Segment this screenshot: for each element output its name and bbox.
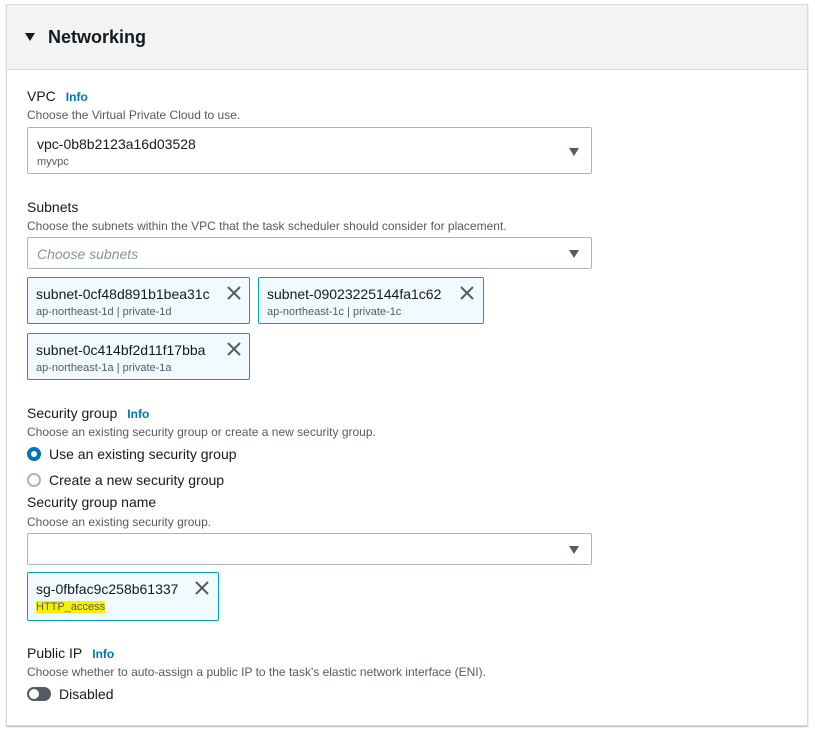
- public-ip-toggle-label: Disabled: [59, 686, 114, 702]
- radio-new-label[interactable]: Create a new security group: [49, 472, 224, 488]
- vpc-label-row: VPC Info: [27, 88, 88, 104]
- dropdown-arrow-icon: [569, 250, 579, 258]
- vpc-select[interactable]: vpc-0b8b2123a16d03528 myvpc: [27, 127, 592, 174]
- radio-new-security-group[interactable]: [27, 473, 41, 487]
- close-icon[interactable]: [458, 284, 476, 302]
- close-icon[interactable]: [225, 284, 243, 302]
- vpc-selected-id: vpc-0b8b2123a16d03528: [37, 136, 196, 152]
- security-group-token-id: sg-0fbfac9c258b61337: [36, 581, 179, 597]
- subnet-token-detail: ap-northeast-1d | private-1d: [36, 306, 172, 318]
- public-ip-label: Public IP: [27, 645, 83, 661]
- subnets-placeholder: Choose subnets: [37, 246, 139, 262]
- radio-existing-security-group[interactable]: [27, 447, 41, 461]
- public-ip-label-row: Public IP Info: [27, 645, 114, 661]
- subnets-select[interactable]: Choose subnets: [27, 237, 592, 269]
- close-icon[interactable]: [225, 340, 243, 358]
- security-group-info-link[interactable]: Info: [127, 407, 149, 421]
- security-group-label-row: Security group Info: [27, 405, 149, 421]
- public-ip-description: Choose whether to auto-assign a public I…: [27, 665, 486, 679]
- public-ip-toggle[interactable]: [27, 687, 51, 701]
- security-group-token-detail-wrap: HTTP_access: [36, 601, 106, 613]
- caret-down-icon[interactable]: [25, 33, 35, 41]
- security-group-description: Choose an existing security group or cre…: [27, 425, 376, 439]
- subnet-token-id: subnet-0c414bf2d11f17bba: [36, 342, 206, 358]
- vpc-selected-name: myvpc: [37, 156, 69, 168]
- security-group-select[interactable]: [27, 533, 592, 565]
- subnet-token-detail: ap-northeast-1a | private-1a: [36, 362, 172, 374]
- security-group-label: Security group: [27, 405, 118, 421]
- subnet-token-id: subnet-0cf48d891b1bea31c: [36, 286, 210, 302]
- subnet-token-detail: ap-northeast-1c | private-1c: [267, 306, 402, 318]
- subnet-token: subnet-09023225144fa1c62 ap-northeast-1c…: [258, 277, 484, 324]
- radio-existing-label[interactable]: Use an existing security group: [49, 446, 237, 462]
- dropdown-arrow-icon: [569, 546, 579, 554]
- networking-header[interactable]: Networking: [7, 5, 807, 70]
- security-group-name-label: Security group name: [27, 494, 157, 510]
- subnet-token: subnet-0c414bf2d11f17bba ap-northeast-1a…: [27, 333, 250, 380]
- close-icon[interactable]: [193, 579, 211, 597]
- subnets-label: Subnets: [27, 199, 79, 215]
- subnet-token-id: subnet-09023225144fa1c62: [267, 286, 442, 302]
- public-ip-info-link[interactable]: Info: [92, 647, 114, 661]
- subnet-token: subnet-0cf48d891b1bea31c ap-northeast-1d…: [27, 277, 250, 324]
- toggle-knob: [29, 689, 39, 699]
- dropdown-arrow-icon: [569, 148, 579, 156]
- security-group-name-description: Choose an existing security group.: [27, 515, 212, 529]
- vpc-description: Choose the Virtual Private Cloud to use.: [27, 108, 241, 122]
- vpc-label: VPC: [27, 88, 56, 104]
- security-group-token-detail: HTTP_access: [36, 601, 106, 613]
- vpc-info-link[interactable]: Info: [66, 90, 88, 104]
- security-group-token: sg-0fbfac9c258b61337 HTTP_access: [27, 572, 219, 621]
- subnets-description: Choose the subnets within the VPC that t…: [27, 219, 507, 233]
- section-title: Networking: [48, 26, 147, 47]
